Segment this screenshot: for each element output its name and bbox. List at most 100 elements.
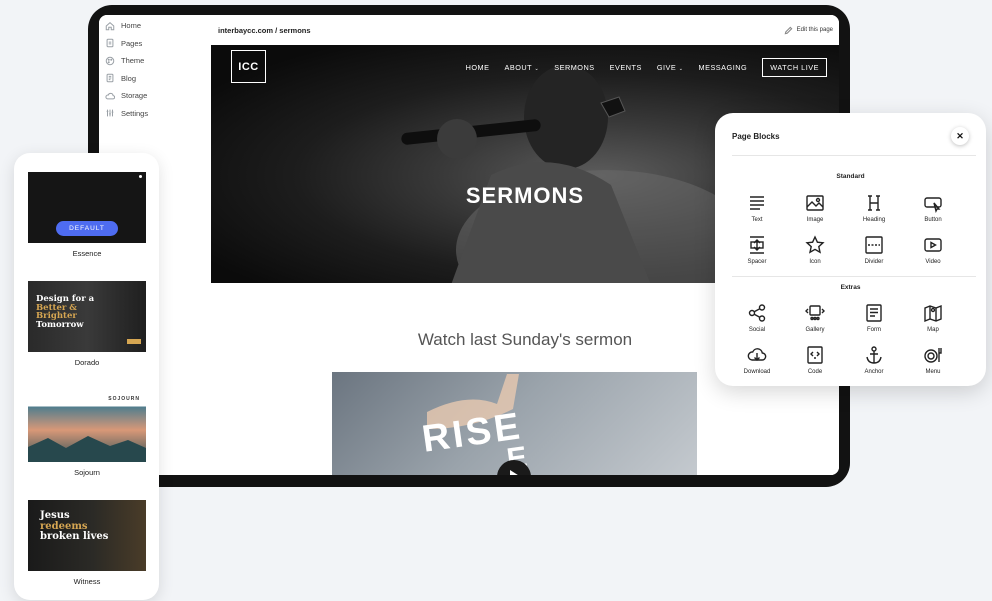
dorado-headline: Design for a Better & Brighter Tomorrow: [36, 295, 94, 329]
mountains-graphic: [28, 436, 146, 462]
block-image[interactable]: Image: [790, 193, 840, 223]
block-anchor[interactable]: Anchor: [849, 345, 899, 375]
storage-icon: [105, 92, 115, 100]
theme-name: Dorado: [74, 358, 100, 367]
star-icon: [805, 235, 825, 254]
text-icon: [750, 196, 764, 210]
sidebar-item-blog[interactable]: Blog: [99, 70, 211, 88]
block-spacer[interactable]: Spacer: [732, 235, 782, 265]
code-icon: [807, 346, 823, 364]
anchor-icon: [866, 346, 882, 364]
menu-icon: [924, 348, 942, 363]
block-label: Spacer: [747, 259, 767, 265]
site-nav: HOME ABOUT ⌄ SERMONS EVENTS GIVE ⌄ MESSA…: [466, 58, 827, 77]
gallery-icon: [805, 305, 825, 321]
block-label: Image: [806, 217, 824, 223]
sojourn-brand: SOJOURN: [108, 396, 140, 402]
dot-icon: [139, 175, 142, 178]
form-icon: [866, 304, 882, 322]
block-gallery[interactable]: Gallery: [790, 303, 840, 333]
edit-page-label: Edit this page: [796, 27, 833, 33]
cta-swatch: [127, 339, 141, 344]
nav-messaging[interactable]: MESSAGING: [699, 63, 748, 72]
themes-panel: DEFAULT Essence Design for a Better & Br…: [14, 153, 159, 600]
map-icon: [924, 304, 942, 323]
theme-thumbnail: DEFAULT: [28, 172, 146, 243]
block-label: Social: [748, 327, 766, 333]
block-download[interactable]: Download: [732, 345, 782, 375]
theme-thumbnail: Jesus redeems broken lives: [28, 500, 146, 571]
block-divider[interactable]: Divider: [849, 235, 899, 265]
block-code[interactable]: Code: [790, 345, 840, 375]
theme-name: Witness: [73, 577, 101, 586]
page-url: interbaycc.com / sermons: [218, 25, 311, 35]
group-label-standard: Standard: [836, 173, 865, 180]
share-icon: [748, 304, 766, 322]
block-label: Icon: [809, 259, 821, 265]
close-button[interactable]: ✕: [951, 127, 969, 145]
block-heading[interactable]: Heading: [849, 193, 899, 223]
button-icon: [924, 197, 942, 213]
sidebar-item-theme[interactable]: Theme: [99, 52, 211, 70]
group-label-extras: Extras: [840, 284, 861, 291]
block-map[interactable]: Map: [908, 303, 958, 333]
sidebar-item-label: Storage: [121, 91, 148, 101]
headline-line: Tomorrow: [36, 319, 84, 330]
theme-name: Essence: [72, 249, 102, 258]
sidebar-item-storage[interactable]: Storage: [99, 87, 211, 105]
theme-card-sojourn[interactable]: SOJOURN Sojourn: [28, 391, 146, 477]
divider: [732, 155, 976, 156]
theme-card-witness[interactable]: Jesus redeems broken lives Witness: [28, 500, 146, 586]
block-label: Text: [751, 217, 763, 223]
sidebar-item-label: Pages: [121, 38, 143, 48]
sidebar-item-label: Theme: [121, 56, 145, 66]
edit-page-button[interactable]: Edit this page: [784, 26, 833, 35]
block-label: Map: [927, 327, 939, 333]
close-icon: ✕: [956, 130, 964, 141]
heading-icon: [868, 195, 880, 211]
theme-name: Sojourn: [74, 468, 100, 477]
theme-thumbnail: Design for a Better & Brighter Tomorrow: [28, 281, 146, 352]
block-menu[interactable]: Menu: [908, 345, 958, 375]
nav-events[interactable]: EVENTS: [610, 63, 642, 72]
theme-thumbnail: SOJOURN: [28, 391, 146, 462]
sidebar-item-settings[interactable]: Settings: [99, 105, 211, 123]
site-logo[interactable]: ICC: [231, 50, 266, 83]
home-icon: [105, 21, 115, 30]
sidebar-item-pages[interactable]: Pages: [99, 35, 211, 53]
download-icon: [747, 348, 767, 361]
block-form[interactable]: Form: [849, 303, 899, 333]
block-social[interactable]: Social: [732, 303, 782, 333]
nav-give-label: GIVE: [656, 63, 677, 72]
default-badge: DEFAULT: [56, 221, 118, 236]
watch-live-button[interactable]: WATCH LIVE: [762, 58, 827, 77]
block-label: Video: [925, 259, 941, 265]
block-text[interactable]: Text: [732, 193, 782, 223]
nav-about[interactable]: ABOUT ⌄: [504, 63, 539, 72]
sermon-video[interactable]: RISE E: [332, 372, 697, 475]
block-label: Form: [867, 327, 881, 333]
block-label: Divider: [864, 259, 884, 265]
video-icon: [924, 238, 942, 252]
theme-card-dorado[interactable]: Design for a Better & Brighter Tomorrow …: [28, 281, 146, 367]
theme-icon: [105, 56, 115, 65]
nav-give[interactable]: GIVE ⌄: [657, 63, 684, 72]
block-label: Button: [924, 217, 942, 223]
nav-home[interactable]: HOME: [466, 63, 490, 72]
chevron-down-icon: ⌄: [534, 66, 540, 72]
block-label: Gallery: [805, 327, 825, 333]
block-label: Heading: [862, 217, 886, 223]
block-label: Anchor: [864, 369, 884, 375]
block-label: Code: [807, 369, 823, 375]
sidebar-item-home[interactable]: Home: [99, 17, 211, 35]
block-icon[interactable]: Icon: [790, 235, 840, 265]
nav-sermons[interactable]: SERMONS: [554, 63, 594, 72]
nav-about-label: ABOUT: [504, 63, 532, 72]
theme-card-essence[interactable]: DEFAULT Essence: [28, 172, 146, 258]
settings-icon: [106, 109, 114, 117]
block-button[interactable]: Button: [908, 193, 958, 223]
block-video[interactable]: Video: [908, 235, 958, 265]
image-icon: [806, 195, 824, 211]
sidebar-item-label: Home: [121, 21, 142, 31]
block-label: Menu: [925, 369, 941, 375]
